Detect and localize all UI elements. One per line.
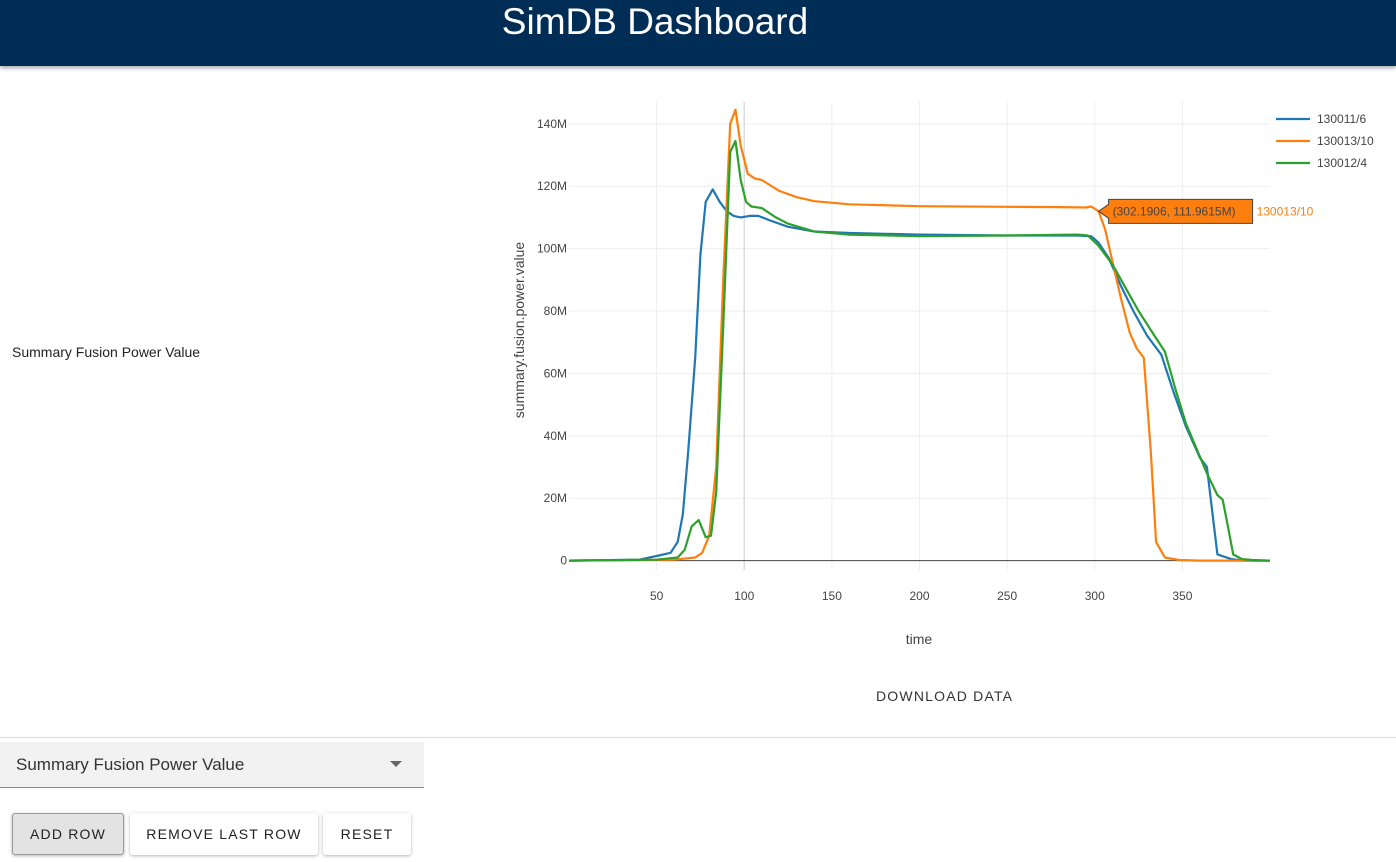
x-tick-label: 350: [1172, 589, 1192, 603]
app-header: SimDB Dashboard: [0, 0, 1396, 66]
x-tick-label: 50: [650, 589, 664, 603]
legend-item-label: 130012/4: [1317, 156, 1367, 170]
reset-button[interactable]: RESET: [323, 813, 411, 855]
y-tick-label: 60M: [544, 366, 567, 380]
x-axis-ticks: 50 100 150 200 250 300 350: [650, 589, 1193, 603]
y-tick-label: 80M: [544, 304, 567, 318]
y-tick-label: 20M: [544, 491, 567, 505]
legend-item-label: 130011/6: [1317, 112, 1366, 126]
x-tick-label: 200: [909, 589, 929, 603]
add-row-button[interactable]: ADD ROW: [12, 813, 124, 855]
y-tick-label: 120M: [537, 179, 567, 193]
chart-grid: [569, 102, 1270, 570]
hover-tooltip: (302.1906, 111.9615M) 130013/10: [1097, 198, 1314, 224]
y-tick-label: 100M: [537, 242, 567, 256]
chart-container[interactable]: 50 100 150 200 250 300 350 0 20M 40M 60M 80M 100M 12…: [500, 90, 1380, 670]
variable-select[interactable]: Summary Fusion Power Value: [0, 742, 424, 788]
variable-select-value: Summary Fusion Power Value: [16, 755, 245, 774]
chart-legend: 130011/6 130013/10 130012/4: [1276, 112, 1374, 170]
x-tick-label: 250: [997, 589, 1017, 603]
y-axis-ticks: 0 20M 40M 60M 80M 100M 120M 140M: [537, 117, 567, 568]
hover-value-text: (302.1906, 111.9615M): [1113, 204, 1236, 218]
x-tick-label: 300: [1085, 589, 1105, 603]
x-axis-label: time: [906, 631, 933, 647]
x-tick-label: 150: [822, 589, 842, 603]
line-chart[interactable]: 50 100 150 200 250 300 350 0 20M 40M 60M 80M 100M 12…: [500, 90, 1380, 670]
y-tick-label: 140M: [537, 117, 567, 131]
remove-last-row-button[interactable]: REMOVE LAST ROW: [130, 813, 318, 855]
divider: [0, 737, 1396, 738]
legend-item-label: 130013/10: [1317, 134, 1374, 148]
hover-series-label: 130013/10: [1257, 204, 1314, 218]
download-data-button[interactable]: DOWNLOAD DATA: [876, 688, 1013, 704]
dropdown-arrow-icon[interactable]: [390, 761, 402, 767]
row-label: Summary Fusion Power Value: [12, 344, 201, 360]
page-title: SimDB Dashboard: [501, 1, 809, 42]
y-axis-label: summary.fusion.power.value: [511, 242, 527, 419]
x-tick-label: 100: [734, 589, 754, 603]
y-tick-label: 40M: [544, 429, 567, 443]
y-tick-label: 0: [560, 554, 567, 568]
